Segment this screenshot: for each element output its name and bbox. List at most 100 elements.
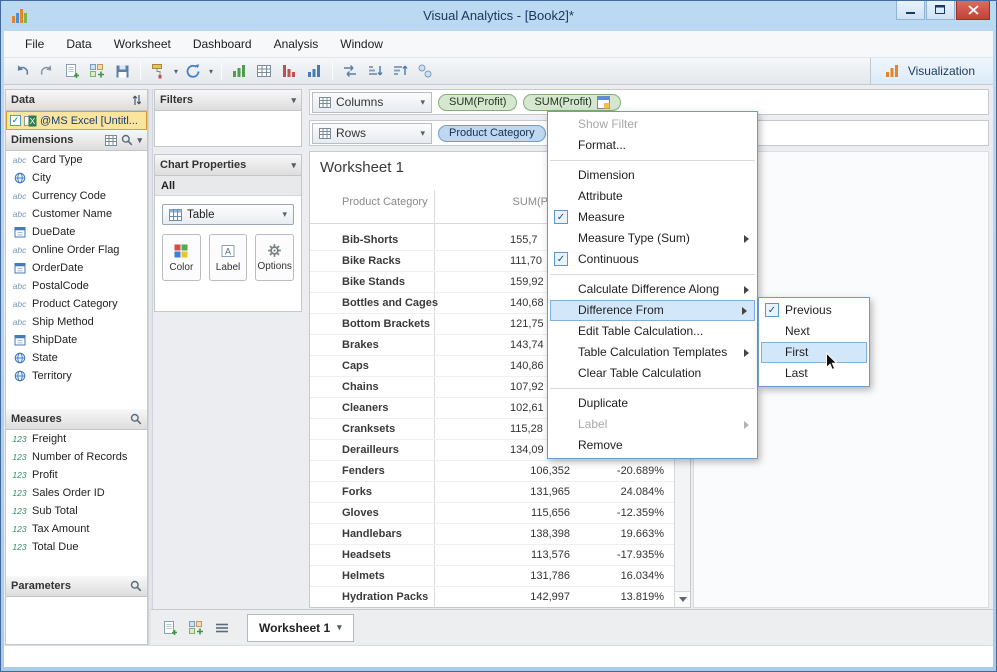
pill-product-category[interactable]: Product Category bbox=[438, 125, 546, 142]
visualization-button[interactable]: Visualization bbox=[870, 58, 993, 84]
worksheet-list-icon[interactable] bbox=[211, 618, 233, 638]
menu-item-duplicate[interactable]: Duplicate bbox=[548, 393, 757, 414]
search-icon[interactable] bbox=[121, 134, 133, 146]
chart-properties-header[interactable]: Chart Properties bbox=[155, 155, 301, 176]
field-territory[interactable]: Territory bbox=[6, 367, 147, 385]
sort-ascending-icon[interactable] bbox=[363, 60, 387, 82]
undo-icon[interactable] bbox=[10, 60, 34, 82]
menu-item-format[interactable]: Format... bbox=[548, 135, 757, 156]
field-shipdate[interactable]: ShipDate bbox=[6, 331, 147, 349]
menu-item-dimension[interactable]: Dimension bbox=[548, 165, 757, 186]
field-tax-amount[interactable]: 123Tax Amount bbox=[6, 520, 147, 538]
menu-item-difference-from[interactable]: Difference From bbox=[550, 300, 755, 321]
swap-axes-icon[interactable] bbox=[338, 60, 362, 82]
scroll-down-icon[interactable] bbox=[675, 591, 690, 607]
field-city[interactable]: City bbox=[6, 169, 147, 187]
filters-header[interactable]: Filters bbox=[155, 90, 301, 111]
menu-file[interactable]: File bbox=[14, 31, 55, 57]
close-button[interactable] bbox=[956, 1, 990, 20]
field-sales-order-id[interactable]: 123Sales Order ID bbox=[6, 484, 147, 502]
menu-item-table-calculation-templates[interactable]: Table Calculation Templates bbox=[548, 342, 757, 363]
menu-item-measure-type-sum[interactable]: Measure Type (Sum) bbox=[548, 228, 757, 249]
menu-item-label[interactable]: Label bbox=[548, 414, 757, 435]
menu-item-remove[interactable]: Remove bbox=[548, 435, 757, 456]
field-total-due[interactable]: 123Total Due bbox=[6, 538, 147, 556]
crosstab-icon[interactable] bbox=[252, 60, 276, 82]
field-product-category[interactable]: abcProduct Category bbox=[6, 295, 147, 313]
dropdown-caret-icon[interactable] bbox=[171, 67, 181, 76]
chevron-down-icon[interactable] bbox=[137, 135, 142, 146]
table-calculation-icon[interactable] bbox=[597, 96, 610, 109]
menu-item-show-filter[interactable]: Show Filter bbox=[548, 114, 757, 135]
menu-item-attribute[interactable]: Attribute bbox=[548, 186, 757, 207]
table-row[interactable]: Headsets113,576-17.935% bbox=[310, 545, 674, 566]
menu-item-previous[interactable]: Previous bbox=[759, 300, 869, 321]
menu-item-next[interactable]: Next bbox=[759, 321, 869, 342]
field-sub-total[interactable]: 123Sub Total bbox=[6, 502, 147, 520]
descending-bars-icon[interactable] bbox=[277, 60, 301, 82]
new-dashboard-icon[interactable] bbox=[185, 618, 207, 638]
menu-item-continuous[interactable]: Continuous bbox=[548, 249, 757, 270]
field-currency-code[interactable]: abcCurrency Code bbox=[6, 187, 147, 205]
menu-item-calculate-difference-along[interactable]: Calculate Difference Along bbox=[548, 279, 757, 300]
field-card-type[interactable]: abcCard Type bbox=[6, 151, 147, 169]
columns-shelf-label[interactable]: Columns bbox=[312, 92, 432, 113]
field-orderdate[interactable]: OrderDate bbox=[6, 259, 147, 277]
title-bar[interactable]: Visual Analytics - [Book2]* bbox=[3, 1, 994, 31]
search-icon[interactable] bbox=[130, 413, 142, 425]
field-profit[interactable]: 123Profit bbox=[6, 466, 147, 484]
data-connection-item[interactable]: X @MS Excel [Untitl... bbox=[6, 111, 147, 130]
chart-properties-all-tab[interactable]: All bbox=[155, 176, 301, 196]
chart-color-button[interactable]: Color bbox=[162, 234, 201, 281]
field-online-order-flag[interactable]: abcOnline Order Flag bbox=[6, 241, 147, 259]
menu-item-first[interactable]: First bbox=[761, 342, 867, 363]
new-worksheet-icon[interactable] bbox=[60, 60, 84, 82]
field-ship-method[interactable]: abcShip Method bbox=[6, 313, 147, 331]
pill-sum-profit[interactable]: SUM(Profit) bbox=[438, 94, 517, 111]
new-worksheet-icon[interactable] bbox=[159, 618, 181, 638]
field-duedate[interactable]: DueDate bbox=[6, 223, 147, 241]
group-icon[interactable] bbox=[413, 60, 437, 82]
table-row[interactable]: Helmets131,78616.034% bbox=[310, 566, 674, 587]
table-row[interactable]: Forks131,96524.084% bbox=[310, 482, 674, 503]
menu-item-clear-table-calculation[interactable]: Clear Table Calculation bbox=[548, 363, 757, 384]
field-number-of-records[interactable]: 123Number of Records bbox=[6, 448, 147, 466]
new-dashboard-icon[interactable] bbox=[85, 60, 109, 82]
redo-icon[interactable] bbox=[35, 60, 59, 82]
menu-item-measure[interactable]: Measure bbox=[548, 207, 757, 228]
grid-icon[interactable] bbox=[105, 135, 117, 146]
menu-analysis[interactable]: Analysis bbox=[263, 31, 330, 57]
sort-descending-icon[interactable] bbox=[388, 60, 412, 82]
chart-type-dropdown[interactable]: Table bbox=[162, 204, 294, 225]
table-row[interactable]: Hydration Packs142,99713.819% bbox=[310, 587, 674, 608]
maximize-button[interactable] bbox=[926, 1, 955, 20]
pill-sum-profit[interactable]: SUM(Profit) bbox=[523, 94, 620, 111]
dropdown-caret-icon[interactable] bbox=[206, 67, 216, 76]
field-state[interactable]: State bbox=[6, 349, 147, 367]
swap-fields-icon[interactable] bbox=[132, 94, 142, 106]
search-icon[interactable] bbox=[130, 580, 142, 592]
chart-label-button[interactable]: ALabel bbox=[209, 234, 248, 281]
chart-options-button[interactable]: Options bbox=[255, 234, 294, 281]
menu-item-last[interactable]: Last bbox=[759, 363, 869, 384]
ascending-bars-icon[interactable] bbox=[302, 60, 326, 82]
menu-dashboard[interactable]: Dashboard bbox=[182, 31, 263, 57]
menu-worksheet[interactable]: Worksheet bbox=[103, 31, 182, 57]
table-row[interactable]: Handlebars138,39819.663% bbox=[310, 524, 674, 545]
worksheet-tab[interactable]: Worksheet 1 bbox=[247, 614, 354, 642]
menu-item-edit-table-calculation[interactable]: Edit Table Calculation... bbox=[548, 321, 757, 342]
minimize-button[interactable] bbox=[896, 1, 925, 20]
save-icon[interactable] bbox=[110, 60, 134, 82]
panel-splitter[interactable] bbox=[148, 89, 153, 645]
caret-down-icon[interactable] bbox=[337, 622, 342, 633]
table-row[interactable]: Fenders106,352-20.689% bbox=[310, 461, 674, 482]
menu-window[interactable]: Window bbox=[329, 31, 394, 57]
rows-shelf-label[interactable]: Rows bbox=[312, 123, 432, 144]
menu-data[interactable]: Data bbox=[55, 31, 102, 57]
field-freight[interactable]: 123Freight bbox=[6, 430, 147, 448]
table-row[interactable]: Gloves115,656-12.359% bbox=[310, 503, 674, 524]
bar-chart-icon[interactable] bbox=[227, 60, 251, 82]
format-painter-icon[interactable] bbox=[146, 60, 170, 82]
field-postalcode[interactable]: abcPostalCode bbox=[6, 277, 147, 295]
field-customer-name[interactable]: abcCustomer Name bbox=[6, 205, 147, 223]
